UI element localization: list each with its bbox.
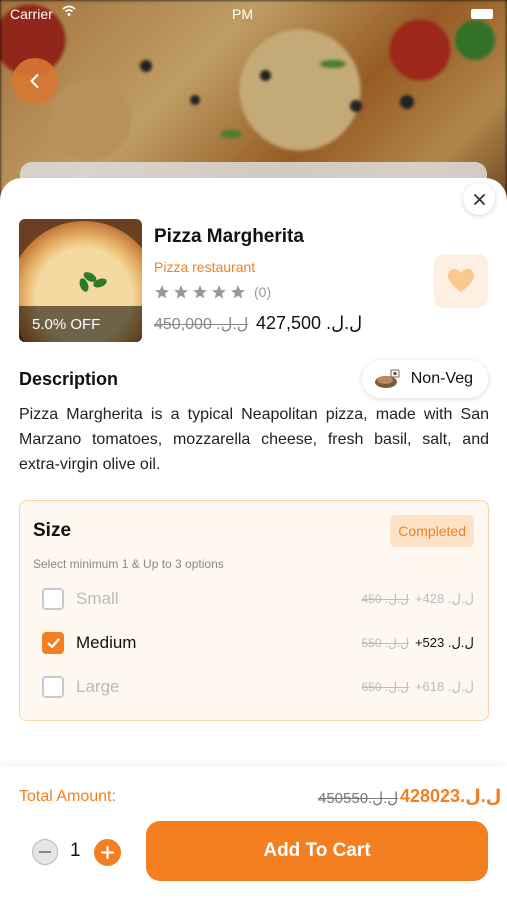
option-new-price: +618 .ل.ل (414, 679, 474, 694)
product-name: Pizza Margherita (154, 226, 304, 247)
size-option-medium[interactable]: Medium 550 .ل.ل +523 .ل.ل (42, 630, 474, 656)
size-hint: Select minimum 1 & Up to 3 options (33, 557, 224, 571)
chevron-left-icon (30, 74, 39, 88)
description-title: Description (19, 369, 119, 389)
restaurant-link[interactable]: Pizza restaurant (154, 259, 255, 275)
minus-icon (39, 851, 51, 853)
checkbox-medium[interactable] (42, 632, 64, 654)
size-option-large[interactable]: Large 650 .ل.ل +618 .ل.ل (42, 674, 474, 700)
option-label: Small (76, 589, 119, 608)
total-label: Total Amount: (19, 788, 116, 805)
diet-badge: Non-Veg (361, 360, 488, 398)
size-option-small[interactable]: Small 450 .ل.ل +428 .ل.ل (42, 586, 474, 612)
close-button[interactable] (463, 183, 495, 215)
option-label: Medium (76, 633, 137, 652)
size-title: Size (33, 520, 72, 541)
carrier-label: Carrier (10, 6, 53, 22)
quantity-decrease-button[interactable] (32, 839, 58, 865)
total-amount: 428023.ل.ل (400, 786, 502, 806)
quantity-value: 1 (70, 840, 81, 861)
checkbox-small[interactable] (42, 588, 64, 610)
star-icon (193, 285, 207, 299)
star-icon (231, 285, 245, 299)
diet-label: Non-Veg (410, 370, 473, 387)
star-icon (155, 285, 169, 299)
product-image: 5.0% OFF (19, 219, 142, 342)
favorite-button[interactable] (434, 254, 488, 308)
status-time: PM (232, 6, 253, 22)
add-to-cart-button[interactable]: Add To Cart (146, 821, 488, 881)
description-text: Pizza Margherita is a typical Neapolitan… (19, 406, 489, 473)
original-price: 450,000 .ل.ل (154, 316, 249, 333)
option-new-price: +523 .ل.ل (414, 635, 474, 650)
total-original: 450550.ل.ل (318, 790, 399, 807)
size-option-group: Size Completed Select minimum 1 & Up to … (19, 500, 489, 721)
cart-footer: Total Amount: 450550.ل.ل 428023.ل.ل 1 Ad… (0, 766, 507, 900)
check-icon (46, 637, 60, 648)
rating-count: (0) (254, 284, 272, 300)
option-new-price: +428 .ل.ل (414, 591, 474, 606)
non-veg-icon (374, 369, 400, 388)
back-button[interactable] (12, 58, 58, 104)
option-label: Large (76, 677, 120, 696)
discount-badge: 5.0% OFF (19, 306, 142, 342)
battery-icon (471, 9, 493, 19)
size-status-badge: Completed (390, 515, 474, 547)
option-old-price: 550 .ل.ل (361, 636, 409, 650)
checkbox-large[interactable] (42, 676, 64, 698)
close-icon (473, 193, 485, 205)
product-detail-sheet: 5.0% OFF Pizza Margherita Pizza restaura… (0, 178, 507, 900)
star-icon (174, 285, 188, 299)
option-old-price: 450 .ل.ل (361, 592, 409, 606)
option-old-price: 650 .ل.ل (361, 680, 409, 694)
status-bar: Carrier PM (0, 0, 507, 28)
star-icon (212, 285, 226, 299)
wifi-icon (62, 5, 76, 20)
quantity-increase-button[interactable] (94, 839, 121, 866)
heart-icon (448, 269, 474, 292)
plus-icon (101, 846, 114, 859)
discounted-price: 427,500 .ل.ل (256, 313, 363, 333)
rating: (0) (154, 284, 271, 300)
